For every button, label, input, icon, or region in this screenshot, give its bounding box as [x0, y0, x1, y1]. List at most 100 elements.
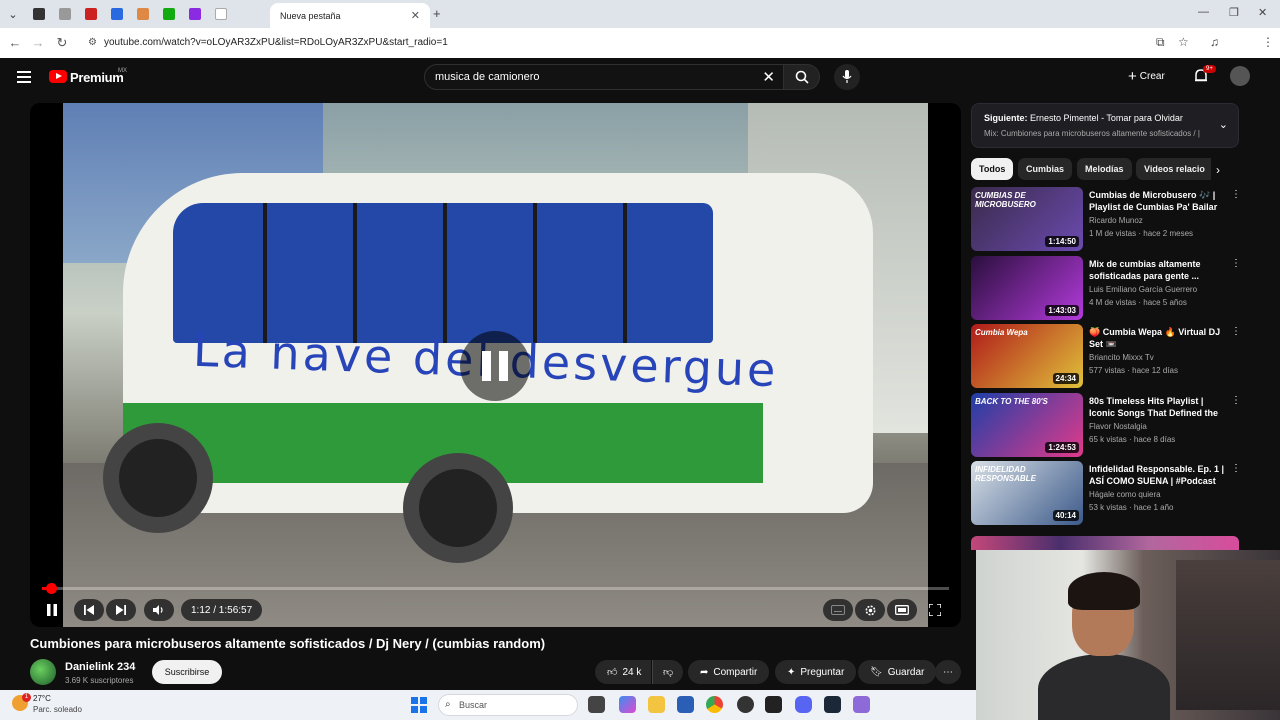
video-player[interactable]: La nave del desvergue 1:12 / 1:56:57: [30, 103, 961, 627]
close-window-icon[interactable]: ✕: [1258, 6, 1267, 19]
youtube-premium-label[interactable]: Premium: [70, 70, 124, 85]
file-explorer-icon[interactable]: [648, 696, 665, 713]
app-icon[interactable]: [765, 696, 782, 713]
more-vertical-icon[interactable]: ⋮: [1231, 326, 1241, 337]
settings-button[interactable]: [855, 599, 885, 621]
next-button[interactable]: [106, 599, 136, 621]
bookmark-star-icon[interactable]: ☆: [1178, 35, 1189, 49]
subtitles-button[interactable]: [823, 599, 853, 621]
video-thumbnail[interactable]: CUMBIAS DE MICROBUSERO 1:14:50: [971, 187, 1083, 251]
minimize-icon[interactable]: —: [1198, 6, 1209, 18]
more-vertical-icon[interactable]: ⋮: [1231, 463, 1241, 474]
chevron-down-icon[interactable]: ⌄: [1219, 118, 1228, 131]
up-next-card[interactable]: Siguiente: Ernesto Pimentel - Tomar para…: [971, 103, 1239, 148]
discord-icon[interactable]: [795, 696, 812, 713]
more-vertical-icon[interactable]: ⋮: [1231, 395, 1241, 406]
video-thumbnail[interactable]: INFIDELIDAD RESPONSABLE 40:14: [971, 461, 1083, 525]
create-button[interactable]: + Crear: [1128, 68, 1165, 85]
reload-icon[interactable]: ↻: [50, 35, 74, 51]
site-info-icon[interactable]: ⚙: [88, 37, 97, 48]
recommendation-channel[interactable]: Briancito Mixxx Tv: [1089, 353, 1154, 362]
volume-button[interactable]: [144, 599, 174, 621]
pinned-tab[interactable]: [182, 0, 208, 28]
media-control-icon[interactable]: ♫: [1210, 35, 1219, 49]
recommendation-title[interactable]: Cumbias de Microbusero 🎶 | Playlist de C…: [1089, 189, 1225, 213]
previous-button[interactable]: [74, 599, 104, 621]
recommendation-thumbnail-partial[interactable]: [971, 536, 1239, 550]
chip-todos[interactable]: Todos: [971, 158, 1014, 180]
recommendation-title[interactable]: Infidelidad Responsable. Ep. 1 | ASÍ COM…: [1089, 463, 1225, 487]
recommendation-title[interactable]: 80s Timeless Hits Playlist | Iconic Song…: [1089, 395, 1225, 419]
chip-videos-relacionados[interactable]: Videos relacio: [1136, 158, 1211, 180]
install-icon[interactable]: ⧉: [1156, 35, 1165, 50]
close-tab-icon[interactable]: ✕: [411, 9, 420, 22]
task-view-icon[interactable]: [588, 696, 605, 713]
copilot-icon[interactable]: [619, 696, 636, 713]
obs-icon[interactable]: [737, 696, 754, 713]
pinned-tab[interactable]: [208, 0, 234, 28]
recommendation-channel[interactable]: Hágale como quiera: [1089, 490, 1161, 499]
subscribe-button[interactable]: Suscribirse: [152, 660, 222, 684]
voice-search-button[interactable]: [834, 64, 860, 90]
menu-icon[interactable]: [17, 71, 31, 83]
video-thumbnail[interactable]: 1:43:03: [971, 256, 1083, 320]
recommendation-title[interactable]: Mix de cumbias altamente sofisticadas pa…: [1089, 258, 1225, 282]
ask-button[interactable]: ✦ Preguntar: [775, 660, 857, 684]
recommendation-channel[interactable]: Ricardo Munoz: [1089, 216, 1143, 225]
save-button[interactable]: 🔖︎ Guardar: [858, 660, 937, 684]
recommendation-item[interactable]: CUMBIAS DE MICROBUSERO 1:14:50 Cumbias de …: [971, 187, 1241, 251]
share-button[interactable]: ➦ Compartir: [688, 660, 770, 684]
pinned-tab[interactable]: [52, 0, 78, 28]
back-icon[interactable]: ←: [3, 35, 27, 50]
region-label: MX: [118, 68, 127, 74]
tab-active[interactable]: Nueva pestaña ✕: [270, 3, 430, 28]
more-vertical-icon[interactable]: ⋮: [1231, 189, 1241, 200]
store-icon[interactable]: [677, 696, 694, 713]
video-thumbnail[interactable]: Cumbia Wepa 24:34: [971, 324, 1083, 388]
address-bar[interactable]: youtube.com/watch?v=oLOyAR3ZxPU&list=RDo…: [104, 37, 448, 48]
youtube-logo-icon[interactable]: [49, 70, 67, 83]
search-button[interactable]: [784, 64, 820, 90]
recommendation-item[interactable]: Cumbia Wepa 24:34 🍑 Cumbia Wepa 🔥 Virtual …: [971, 324, 1241, 388]
theater-mode-button[interactable]: [887, 599, 917, 621]
recommendation-title[interactable]: 🍑 Cumbia Wepa 🔥 Virtual DJ Set 📼: [1089, 326, 1225, 350]
recommendation-item[interactable]: BACK TO THE 80'S 1:24:53 80s Timeless Hits…: [971, 393, 1241, 457]
pause-button[interactable]: [44, 599, 60, 621]
maximize-icon[interactable]: ❐: [1229, 6, 1239, 19]
recommendation-item[interactable]: INFIDELIDAD RESPONSABLE 40:14 Infidelidad …: [971, 461, 1241, 525]
pause-overlay-icon[interactable]: [460, 331, 530, 401]
pinned-tab[interactable]: [156, 0, 182, 28]
tab-list-icon[interactable]: ⌄: [0, 0, 26, 28]
browser-menu-icon[interactable]: ⋮: [1262, 35, 1274, 49]
clear-search-icon[interactable]: ✕: [762, 68, 775, 86]
new-tab-icon[interactable]: +: [433, 6, 441, 21]
chrome-icon[interactable]: [706, 696, 723, 713]
more-actions-button[interactable]: ⋯: [935, 660, 961, 684]
fullscreen-button[interactable]: [927, 599, 943, 621]
recommendation-meta: 1 M de vistas · hace 2 meses: [1089, 229, 1194, 238]
steam-icon[interactable]: [824, 696, 841, 713]
like-button[interactable]: 👍︎ 24 k: [595, 660, 652, 684]
recommendation-channel[interactable]: Flavor Nostalgia: [1089, 422, 1147, 431]
more-vertical-icon[interactable]: ⋮: [1231, 258, 1241, 269]
pinned-tab[interactable]: [104, 0, 130, 28]
taskbar-search[interactable]: ⌕ Buscar: [438, 694, 578, 716]
windows-start-icon[interactable]: [411, 697, 427, 713]
progress-bar[interactable]: [42, 583, 949, 594]
dislike-button[interactable]: 👎︎: [652, 660, 684, 684]
app-icon[interactable]: [853, 696, 870, 713]
account-avatar[interactable]: [1230, 66, 1250, 86]
recommendation-channel[interactable]: Luis Emiliano García Guerrero: [1089, 285, 1197, 294]
pinned-tab[interactable]: [130, 0, 156, 28]
channel-name[interactable]: Danielink 234: [65, 661, 135, 673]
chip-melodias[interactable]: Melodías: [1077, 158, 1132, 180]
video-thumbnail[interactable]: BACK TO THE 80'S 1:24:53: [971, 393, 1083, 457]
recommendation-item[interactable]: 1:43:03 Mix de cumbias altamente sofistic…: [971, 256, 1241, 320]
pinned-tab[interactable]: [78, 0, 104, 28]
pinned-tab[interactable]: [26, 0, 52, 28]
search-input[interactable]: musica de camionero ✕: [424, 64, 784, 90]
chevron-right-icon[interactable]: ›: [1216, 163, 1220, 177]
chip-cumbias[interactable]: Cumbias: [1018, 158, 1073, 180]
channel-avatar[interactable]: [30, 659, 56, 685]
forward-icon[interactable]: →: [26, 35, 50, 50]
